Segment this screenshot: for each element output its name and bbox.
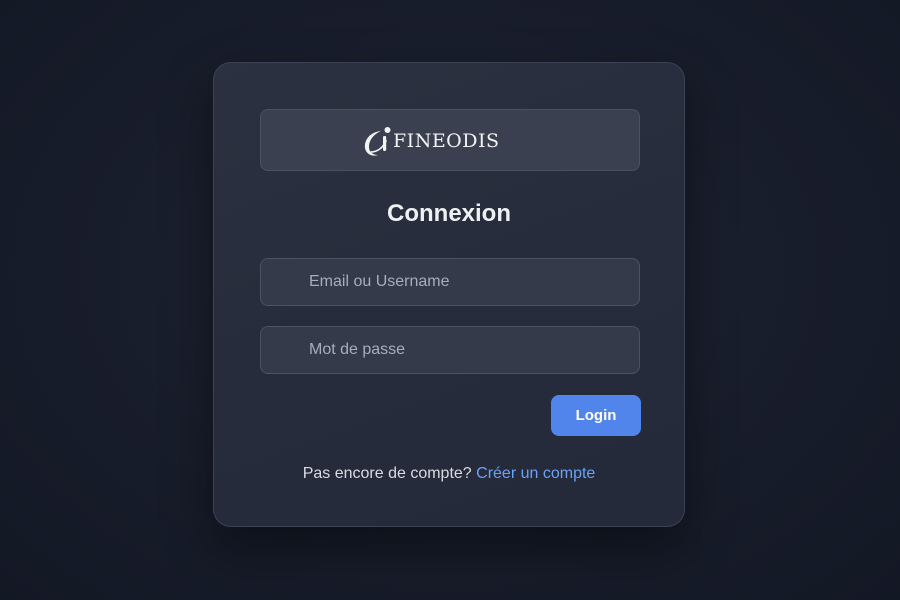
brand-logo: FINEODIS [361,122,500,160]
email-field[interactable] [260,258,640,306]
page-title: Connexion [387,200,511,227]
fineodis-swoosh-logo-icon [364,127,391,156]
create-account-link[interactable]: Créer un compte [476,465,595,482]
brand-name: FINEODIS [393,130,500,152]
logo-banner: FINEODIS [260,109,640,171]
login-button[interactable]: Login [551,395,641,436]
password-field[interactable] [260,326,640,374]
signup-line: Pas encore de compte? Créer un compte [214,463,684,485]
signup-prompt: Pas encore de compte? [302,465,472,482]
login-card: FINEODIS Connexion Login Pas encore de c… [213,62,685,527]
